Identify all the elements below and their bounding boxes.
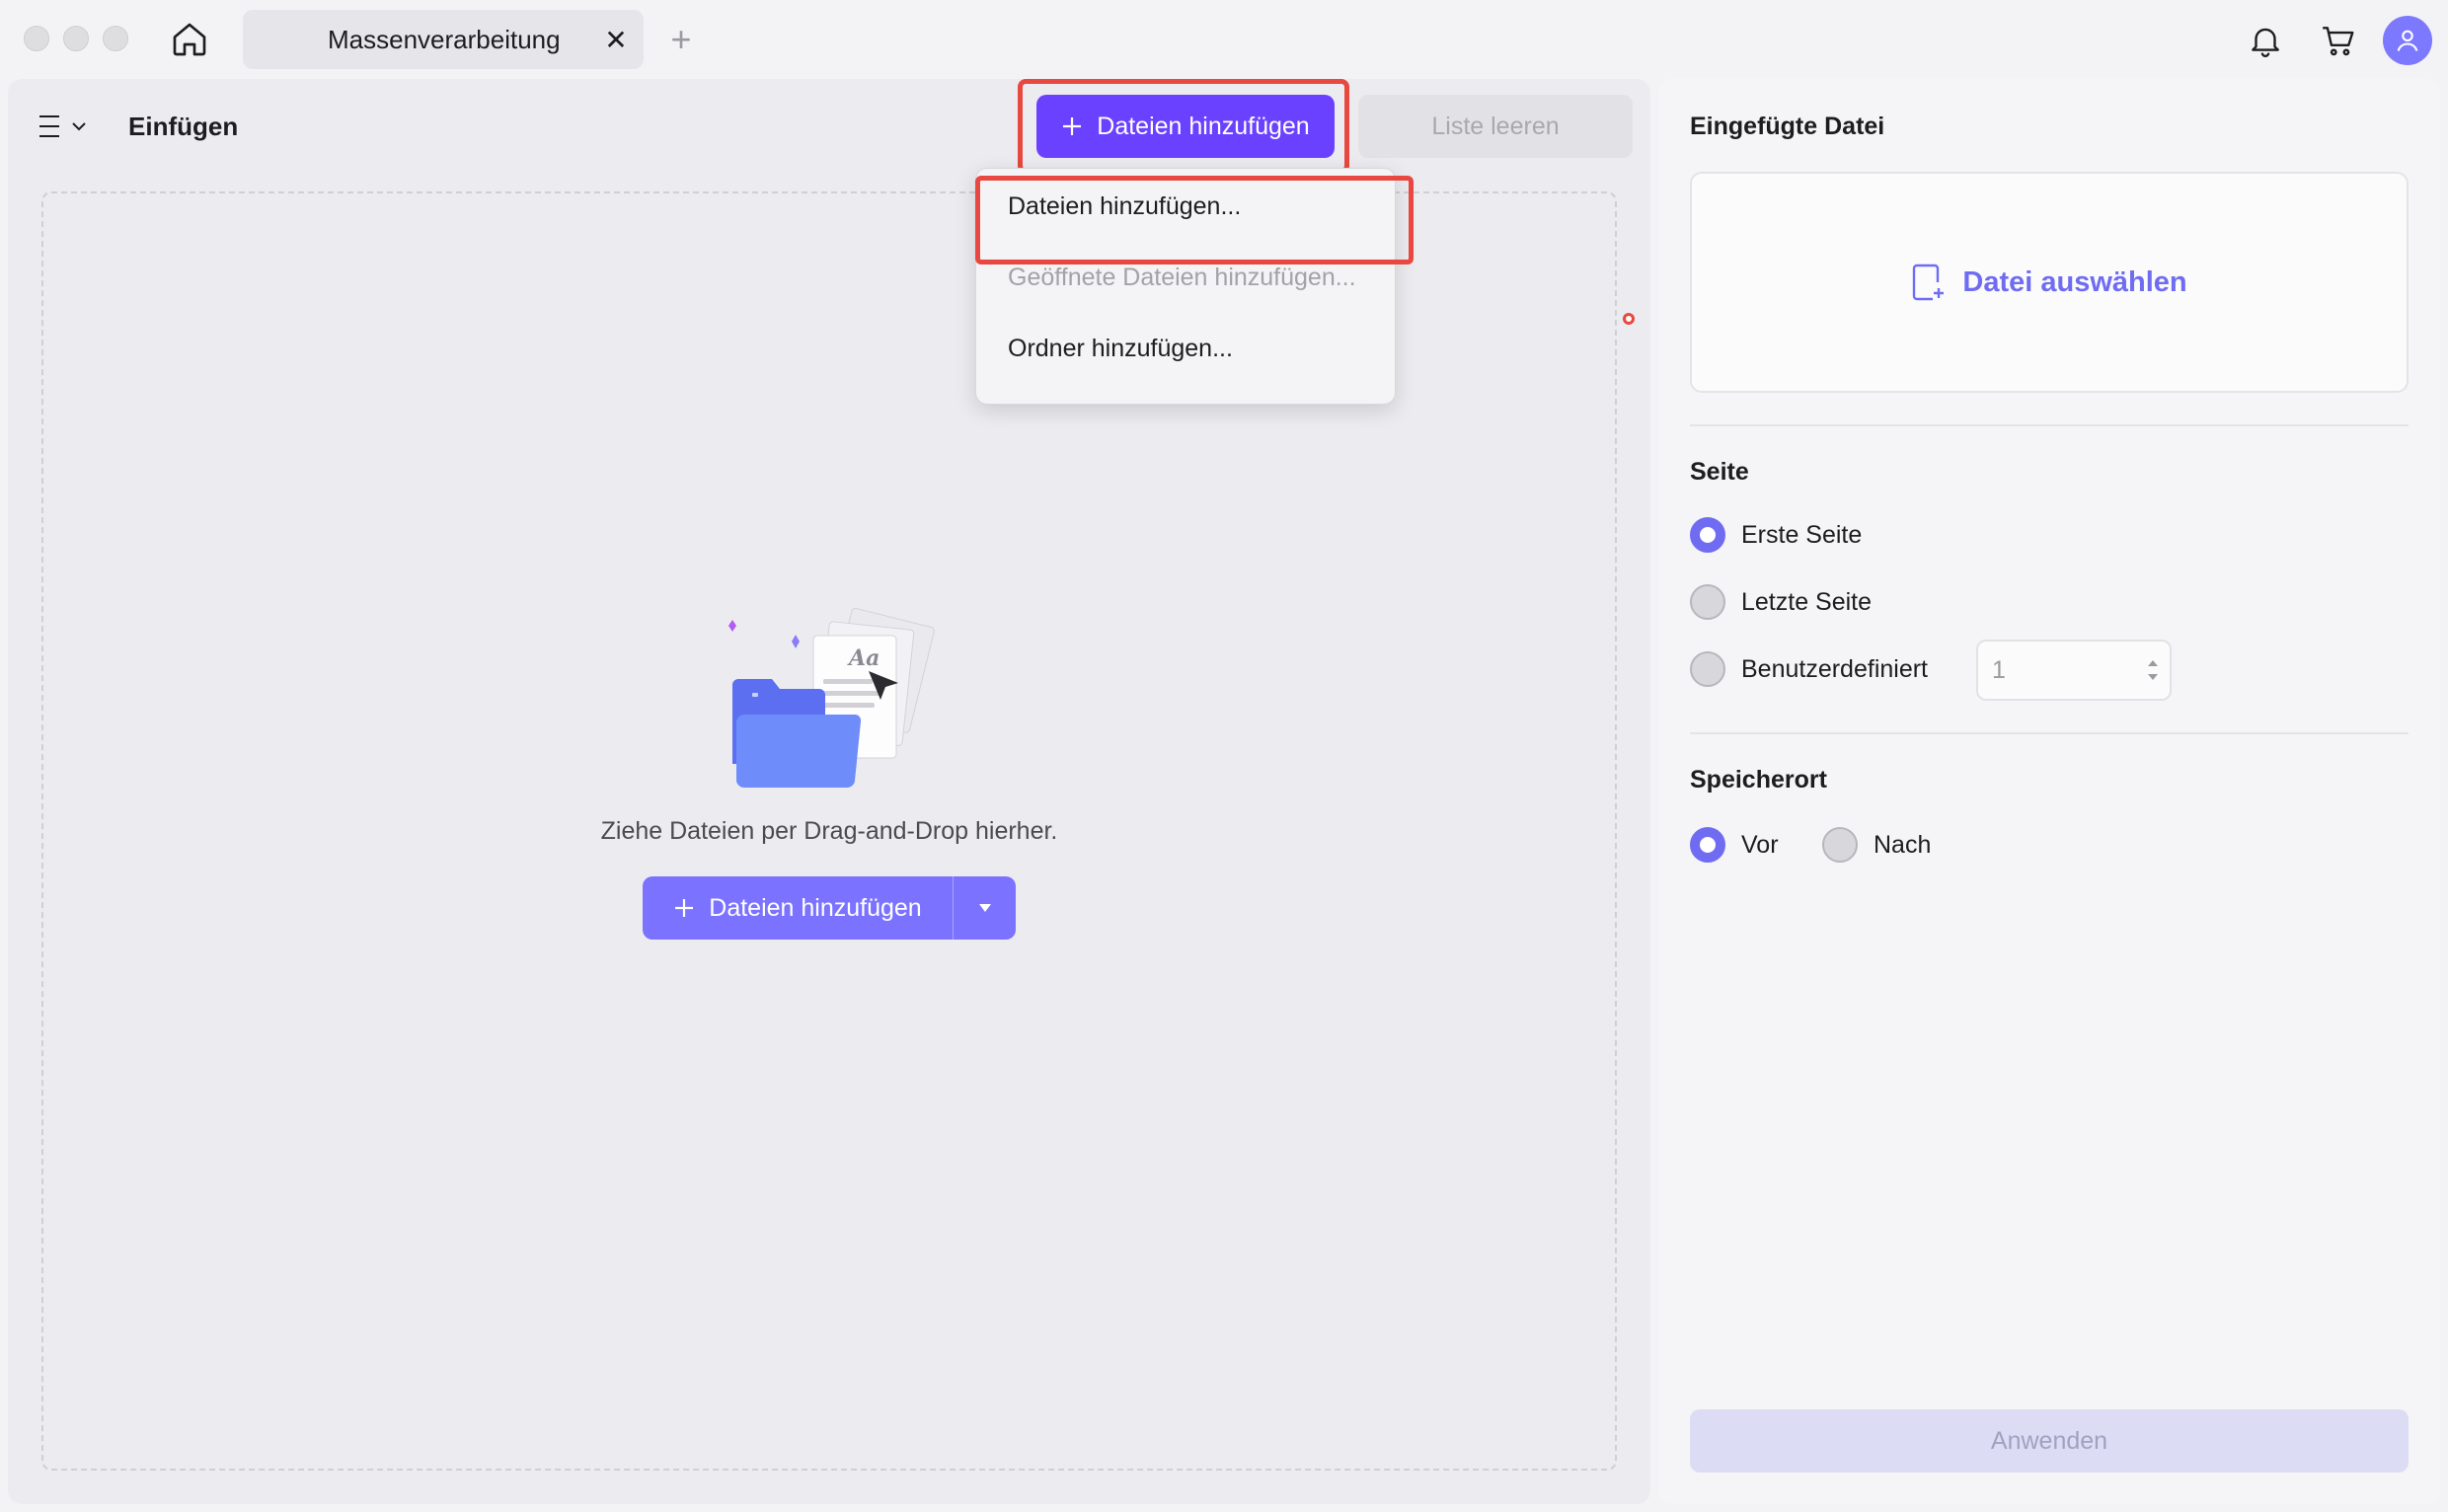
add-files-dropdown-toggle[interactable] (954, 876, 1016, 940)
tab-close-icon[interactable]: ✕ (596, 22, 636, 57)
add-files-split-button: Dateien hinzufügen (643, 876, 1016, 940)
divider (1690, 732, 2409, 734)
user-icon (2397, 30, 2418, 51)
status-dot (1623, 313, 1635, 325)
highlight-menu-item (975, 176, 1414, 265)
choose-file-box[interactable]: Datei auswählen (1690, 172, 2409, 393)
apply-button[interactable]: Anwenden (1690, 1409, 2409, 1473)
folder-illustration: Aa (721, 596, 957, 803)
radio-label: Benutzerdefiniert (1741, 654, 1929, 683)
radio-label: Letzte Seite (1741, 587, 1873, 616)
radio-indicator (1690, 651, 1725, 687)
radio-indicator (1690, 584, 1725, 620)
illustration-text: Aa (847, 645, 880, 671)
radio-indicator (1822, 827, 1858, 863)
bell-icon (2252, 28, 2279, 57)
sidebar-menu-button[interactable] (38, 107, 107, 146)
plus-icon (675, 899, 694, 917)
home-icon (173, 23, 206, 56)
page-stepper[interactable] (2142, 645, 2164, 695)
radio-label: Nach (1874, 830, 1932, 859)
cart-icon (2323, 27, 2354, 56)
radio-label: Vor (1741, 830, 1779, 859)
panel-title: Einfügen (128, 111, 239, 141)
window-close-button[interactable] (24, 26, 49, 51)
page-heading: Seite (1690, 457, 1749, 486)
radio-custom-page[interactable]: Benutzerdefiniert (1690, 649, 1928, 689)
highlight-add-files-button (1018, 79, 1349, 174)
cart-button[interactable] (2314, 16, 2363, 65)
inserted-file-heading: Eingefügte Datei (1690, 112, 1885, 140)
caret-down-icon (978, 904, 991, 912)
notifications-button[interactable] (2241, 16, 2290, 65)
radio-label: Erste Seite (1741, 520, 1863, 549)
radio-indicator (1690, 517, 1725, 553)
radio-indicator (1690, 827, 1725, 863)
radio-after[interactable]: Nach (1822, 825, 1931, 865)
hamburger-icon (39, 115, 59, 137)
user-avatar-button[interactable] (2383, 16, 2432, 65)
radio-first-page[interactable]: Erste Seite (1690, 515, 1862, 555)
location-heading: Speicherort (1690, 765, 1827, 794)
clear-list-button[interactable]: Liste leeren (1358, 95, 1633, 158)
tab-label: Massenverarbeitung (328, 24, 561, 54)
choose-file-label: Datei auswählen (1962, 265, 2187, 298)
add-file-icon (1913, 264, 1945, 301)
home-button[interactable] (166, 18, 213, 61)
window-zoom-button[interactable] (103, 26, 128, 51)
tab-massenverarbeitung[interactable]: Massenverarbeitung ✕ (243, 10, 644, 69)
stepper-up-icon (2148, 660, 2158, 666)
chevron-down-icon (72, 122, 86, 131)
radio-before[interactable]: Vor (1690, 825, 1779, 865)
window-minimize-button[interactable] (63, 26, 89, 51)
add-files-center-label: Dateien hinzufügen (709, 893, 922, 922)
menu-item-add-folder[interactable]: Ordner hinzufügen... (1008, 319, 1233, 378)
new-tab-button[interactable]: + (661, 18, 701, 61)
stepper-down-icon (2148, 674, 2158, 680)
drop-hint: Ziehe Dateien per Drag-and-Drop hierher. (600, 816, 1058, 845)
divider (1690, 424, 2409, 426)
radio-last-page[interactable]: Letzte Seite (1690, 582, 1872, 622)
add-files-center-button[interactable]: Dateien hinzufügen (643, 876, 953, 940)
